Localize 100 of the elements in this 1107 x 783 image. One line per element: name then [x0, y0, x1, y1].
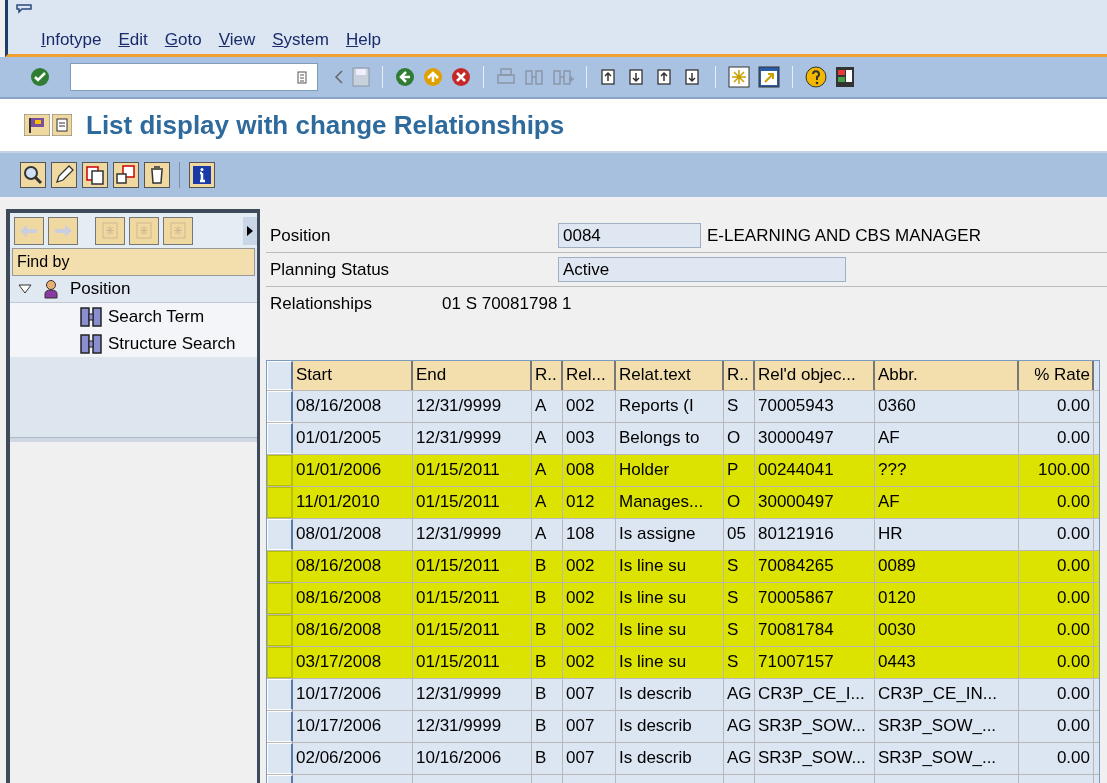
tree-node[interactable]: Position: [10, 276, 257, 303]
pencil-icon[interactable]: [51, 162, 77, 188]
check-icon[interactable]: [30, 67, 50, 87]
dropdown-icon[interactable]: [297, 70, 307, 84]
table-cell: 01/15/2011: [413, 615, 532, 646]
select-all-button[interactable]: [267, 361, 293, 390]
binoculars-icon: [80, 306, 102, 328]
table-cell: 08/16/2008: [293, 551, 413, 582]
table-cell: Is line su: [616, 551, 724, 582]
table-cell: 12/31/9999: [413, 711, 532, 742]
splitter-handle[interactable]: [10, 437, 257, 442]
new-session-icon[interactable]: [728, 66, 750, 88]
table-cell: 0.00: [1019, 583, 1094, 614]
column-header[interactable]: R..: [532, 361, 563, 390]
table-cell: Is line su: [616, 615, 724, 646]
table-cell: 08/16/2008: [293, 391, 413, 422]
help-icon[interactable]: [805, 66, 827, 88]
table-cell: 80121916: [755, 519, 875, 550]
table-cell: S: [724, 551, 755, 582]
table-cell: CR3P_CE_I...: [755, 679, 875, 710]
table-cell: Is describ: [616, 679, 724, 710]
table-cell: 12/31/9999: [413, 423, 532, 454]
position-field[interactable]: 0084: [558, 223, 701, 248]
menu-item[interactable]: Help: [345, 30, 381, 50]
tree-item[interactable]: Search Term: [10, 303, 257, 330]
list-icon[interactable]: [52, 114, 72, 136]
cancel-icon[interactable]: [451, 67, 471, 87]
table-cell: AF: [875, 423, 1019, 454]
table-cell: 01/15/2011: [413, 647, 532, 678]
table-cell: 70084265: [755, 551, 875, 582]
menu-item[interactable]: System: [272, 30, 329, 50]
command-field[interactable]: [70, 63, 318, 91]
table-cell: 0.00: [1019, 519, 1094, 550]
table-cell: 03/17/2008: [293, 647, 413, 678]
table-cell: S: [724, 647, 755, 678]
table-cell: Belongs to: [616, 423, 724, 454]
table-cell: 30000497: [755, 423, 875, 454]
column-header[interactable]: End: [413, 361, 532, 390]
table-cell: 0089: [875, 551, 1019, 582]
menu-item[interactable]: Edit: [118, 30, 148, 50]
column-header[interactable]: R..: [724, 361, 755, 390]
delimit-icon[interactable]: [113, 162, 139, 188]
table-cell: SR3P_SOW...: [755, 743, 875, 774]
table-cell: B: [532, 647, 563, 678]
status-field[interactable]: Active: [558, 257, 846, 282]
table-cell: 30000497: [755, 487, 875, 518]
table-cell: P: [724, 455, 755, 486]
expand-icon[interactable]: [18, 284, 32, 294]
column-header[interactable]: Abbr.: [875, 361, 1019, 390]
column-header[interactable]: Start: [293, 361, 413, 390]
trash-icon[interactable]: [144, 162, 170, 188]
scroll-right-icon[interactable]: [243, 217, 257, 245]
flag-icon[interactable]: [24, 114, 50, 136]
table-cell: 70005867: [755, 583, 875, 614]
tree-item[interactable]: Structure Search: [10, 330, 257, 357]
table-cell: O: [724, 423, 755, 454]
info-icon[interactable]: [189, 162, 215, 188]
menu-item[interactable]: Goto: [164, 30, 202, 50]
table-cell: 108: [563, 519, 616, 550]
column-header[interactable]: % Rate: [1019, 361, 1094, 390]
table-cell: Is assigne: [616, 519, 724, 550]
table-cell: 10/17/2006: [293, 679, 413, 710]
menu-item[interactable]: Infotype: [41, 30, 102, 50]
field-label: Planning Status: [269, 259, 391, 280]
column-header[interactable]: Rel...: [563, 361, 616, 390]
table-cell: 007: [563, 711, 616, 742]
layout-icon[interactable]: [835, 66, 855, 88]
collapse-icon[interactable]: [334, 69, 344, 85]
table-cell: A: [532, 487, 563, 518]
field-label: Relationships: [269, 293, 374, 314]
table-cell: Reports (I: [616, 391, 724, 422]
exit-icon[interactable]: [423, 67, 443, 87]
table-cell: 008: [563, 455, 616, 486]
shortcut-icon[interactable]: [758, 66, 780, 88]
menu-item[interactable]: View: [218, 30, 256, 50]
table-cell: 70081784: [755, 615, 875, 646]
field-label: Position: [269, 225, 332, 246]
table-cell: 0.00: [1019, 743, 1094, 774]
table-cell: AF: [875, 487, 1019, 518]
table-cell: HR: [875, 519, 1019, 550]
table-cell: 02/06/2006: [293, 743, 413, 774]
table-cell: A: [532, 423, 563, 454]
back-icon[interactable]: [395, 67, 415, 87]
table-cell: 0120: [875, 583, 1019, 614]
column-header[interactable]: Rel'd objec...: [755, 361, 875, 390]
table-cell: 0.00: [1019, 487, 1094, 518]
tree-item-label: Search Term: [108, 307, 205, 327]
table-cell: 0.00: [1019, 551, 1094, 582]
binoculars-icon: [80, 333, 102, 355]
position-text: E-LEARNING AND CBS MANAGER: [707, 225, 981, 246]
table-cell: AG: [724, 679, 755, 710]
find-by-header: Find by: [12, 248, 255, 276]
table-cell: 002: [563, 551, 616, 582]
copy-icon[interactable]: [82, 162, 108, 188]
display-icon[interactable]: [20, 162, 46, 188]
column-header[interactable]: Relat.text: [616, 361, 724, 390]
table-cell: 10/16/2006: [413, 743, 532, 774]
tree-item-label: Structure Search: [108, 334, 236, 354]
table-cell: Holder: [616, 455, 724, 486]
table-cell: ???: [875, 455, 1019, 486]
